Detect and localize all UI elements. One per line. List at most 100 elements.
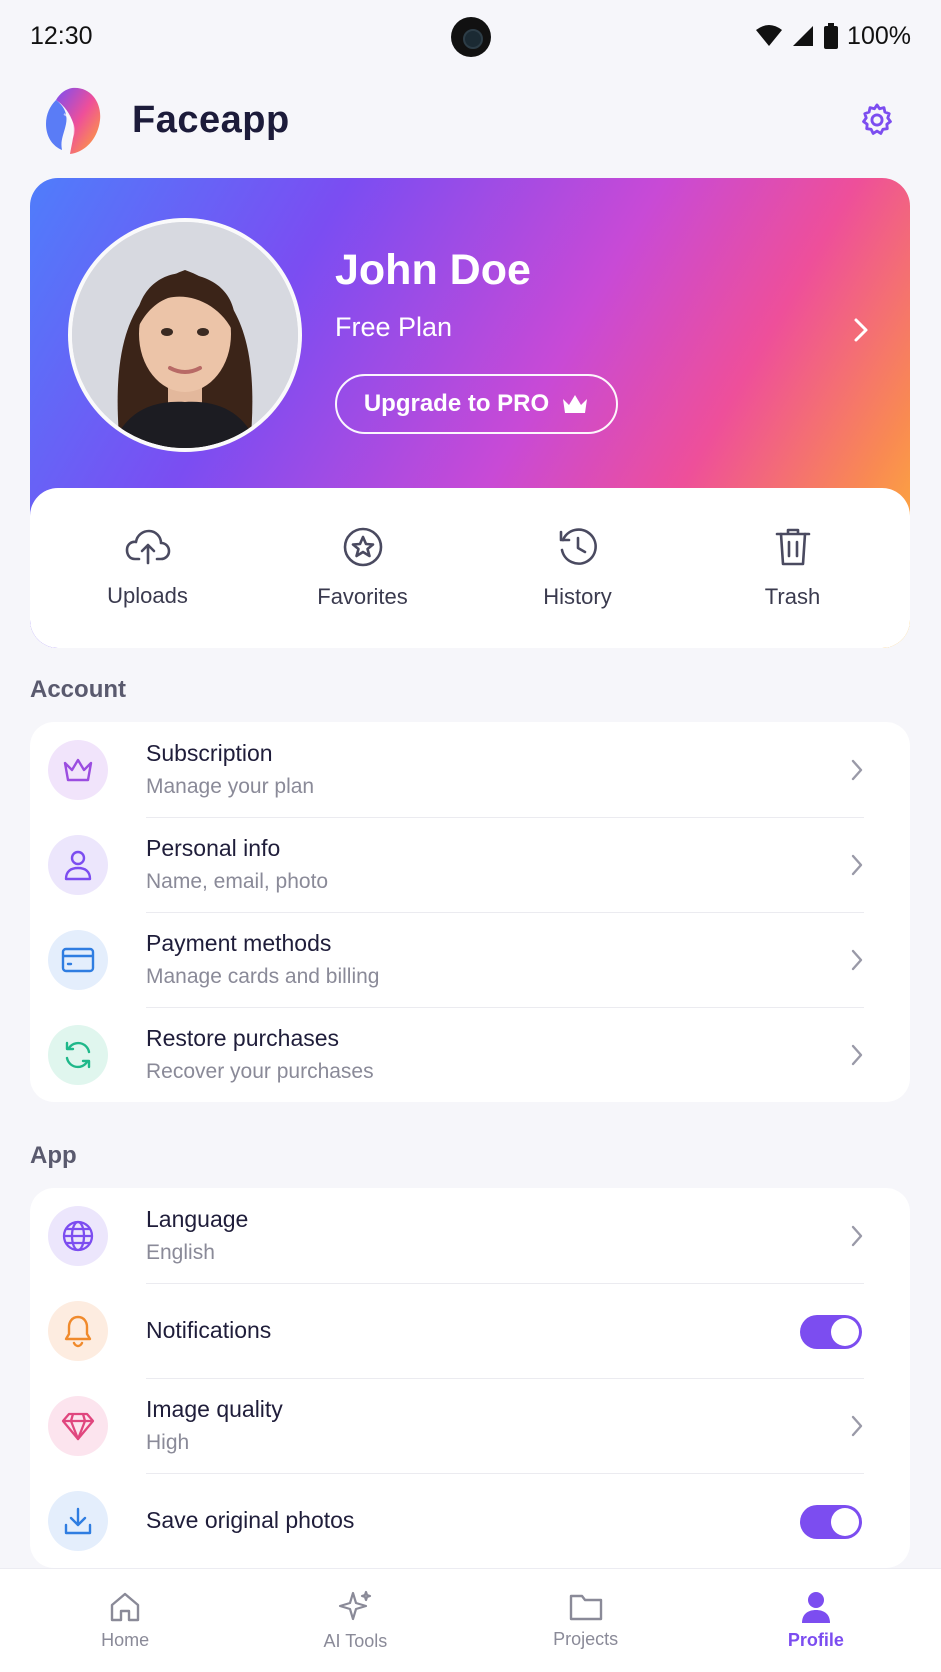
row-title: Language — [146, 1206, 249, 1232]
gear-icon — [862, 103, 892, 135]
icon-badge — [48, 834, 108, 895]
list-item-restore-purchases[interactable]: Restore purchases Recover your purchases — [30, 1007, 910, 1102]
quick-action-uploads[interactable]: Uploads — [48, 527, 248, 609]
nav-item-projects[interactable]: Projects — [486, 1591, 686, 1650]
row-text: Personal info Name, email, photo — [146, 835, 328, 894]
globe-icon — [62, 1220, 94, 1251]
cloud-upload-icon — [125, 529, 170, 565]
chevron-right-icon — [851, 1225, 863, 1247]
chevron-right-icon — [851, 759, 863, 781]
list-item-payment-methods[interactable]: Payment methods Manage cards and billing — [30, 912, 910, 1007]
row-text: Save original photos — [146, 1507, 354, 1534]
star-icon — [343, 527, 382, 567]
list-item-personal-info[interactable]: Personal info Name, email, photo — [30, 817, 910, 912]
camera-cutout — [451, 17, 491, 57]
faceapp-logo-icon — [46, 87, 101, 154]
row-subtitle: English — [146, 1241, 215, 1264]
row-title: Image quality — [146, 1396, 283, 1422]
row-text: Language English — [146, 1206, 248, 1265]
chevron-right-icon — [851, 1415, 863, 1437]
row-title: Notifications — [146, 1317, 272, 1343]
row-text: Subscription Manage your plan — [146, 740, 314, 799]
avatar — [68, 218, 302, 452]
refresh-icon — [65, 1041, 91, 1068]
status-icons: 100% — [755, 22, 911, 51]
folder-icon — [569, 1594, 602, 1621]
quick-action-trash[interactable]: Trash — [693, 526, 893, 610]
quick-action-favorites[interactable]: Favorites — [263, 526, 463, 610]
wifi-icon — [756, 25, 783, 46]
row-text: Payment methods Manage cards and billing — [146, 930, 379, 989]
sparkle-icon — [339, 1590, 372, 1621]
battery-percent: 100% — [847, 21, 911, 50]
list-item-language[interactable]: Language English — [30, 1188, 910, 1283]
battery-icon — [824, 23, 839, 49]
nav-label: AI Tools — [323, 1631, 388, 1651]
list-item-subscription[interactable]: Subscription Manage your plan — [30, 722, 910, 817]
row-title: Save original photos — [146, 1507, 355, 1533]
row-text: Restore purchases Recover your purchases — [146, 1025, 374, 1084]
crown-icon — [63, 758, 93, 781]
row-subtitle: Recover your purchases — [146, 1060, 374, 1083]
home-icon — [110, 1592, 140, 1622]
nav-label: Home — [101, 1630, 150, 1650]
row-subtitle: Name, email, photo — [146, 870, 329, 893]
row-subtitle: High — [146, 1431, 190, 1454]
credit-card-icon — [61, 947, 95, 972]
nav-item-home[interactable]: Home — [25, 1590, 225, 1651]
icon-badge — [48, 1300, 108, 1361]
chevron-right-icon[interactable] — [852, 316, 870, 344]
quick-action-label: Favorites — [317, 584, 408, 609]
upgrade-label: Upgrade to PRO — [363, 390, 550, 417]
settings-button[interactable] — [853, 96, 901, 144]
icon-badge — [48, 929, 108, 990]
row-text: Notifications — [146, 1317, 271, 1344]
quick-action-label: History — [543, 584, 612, 609]
row-title: Personal info — [146, 835, 281, 861]
nav-item-profile[interactable]: Profile — [716, 1590, 916, 1651]
notifications-toggle[interactable] — [800, 1315, 862, 1349]
profile-icon — [801, 1592, 830, 1623]
download-icon — [64, 1507, 92, 1534]
nav-label: Profile — [787, 1630, 844, 1650]
bell-icon — [64, 1315, 92, 1347]
list-item-image-quality[interactable]: Image quality High — [30, 1378, 910, 1473]
row-title: Restore purchases — [146, 1025, 340, 1051]
icon-badge — [48, 1024, 108, 1085]
quick-actions-panel: Uploads Favorites History Trash — [30, 488, 910, 648]
quick-action-label: Trash — [764, 584, 821, 609]
chevron-right-icon — [851, 854, 863, 876]
app-header: Faceapp — [0, 80, 941, 160]
row-title: Subscription — [146, 740, 273, 766]
status-time: 12:30 — [30, 21, 93, 50]
avatar-portrait — [72, 222, 298, 448]
icon-badge — [48, 1205, 108, 1266]
bottom-navigation: Home AI Tools Projects Profile — [0, 1568, 941, 1672]
user-icon — [64, 850, 92, 880]
save-original-photos-toggle[interactable] — [800, 1505, 862, 1539]
diamond-icon — [61, 1412, 95, 1440]
account-list: Subscription Manage your plan Personal i… — [30, 722, 910, 1102]
row-text: Image quality High — [146, 1396, 283, 1455]
app-settings-list: Language English Notifications Image qua… — [30, 1188, 910, 1568]
row-title: Payment methods — [146, 930, 332, 956]
trash-icon — [775, 528, 810, 566]
row-subtitle: Manage cards and billing — [146, 965, 380, 988]
row-subtitle: Manage your plan — [146, 775, 315, 798]
signal-icon — [793, 26, 814, 46]
chevron-right-icon — [851, 1044, 863, 1066]
icon-badge — [48, 1395, 108, 1456]
list-item-notifications: Notifications — [30, 1283, 910, 1378]
section-title-app: App — [30, 1142, 77, 1169]
app-title: Faceapp — [132, 98, 290, 141]
nav-label: Projects — [553, 1629, 619, 1649]
upgrade-button[interactable]: Upgrade to PRO — [335, 374, 618, 434]
list-item-save-original-photos: Save original photos — [30, 1473, 910, 1568]
profile-card[interactable]: John Doe Free Plan Upgrade to PRO Upload… — [30, 178, 910, 648]
nav-item-ai-tools[interactable]: AI Tools — [255, 1589, 455, 1652]
icon-badge — [48, 1490, 108, 1551]
icon-badge — [48, 739, 108, 800]
section-title-account: Account — [30, 676, 126, 703]
quick-action-history[interactable]: History — [478, 526, 678, 610]
chevron-right-icon — [851, 949, 863, 971]
